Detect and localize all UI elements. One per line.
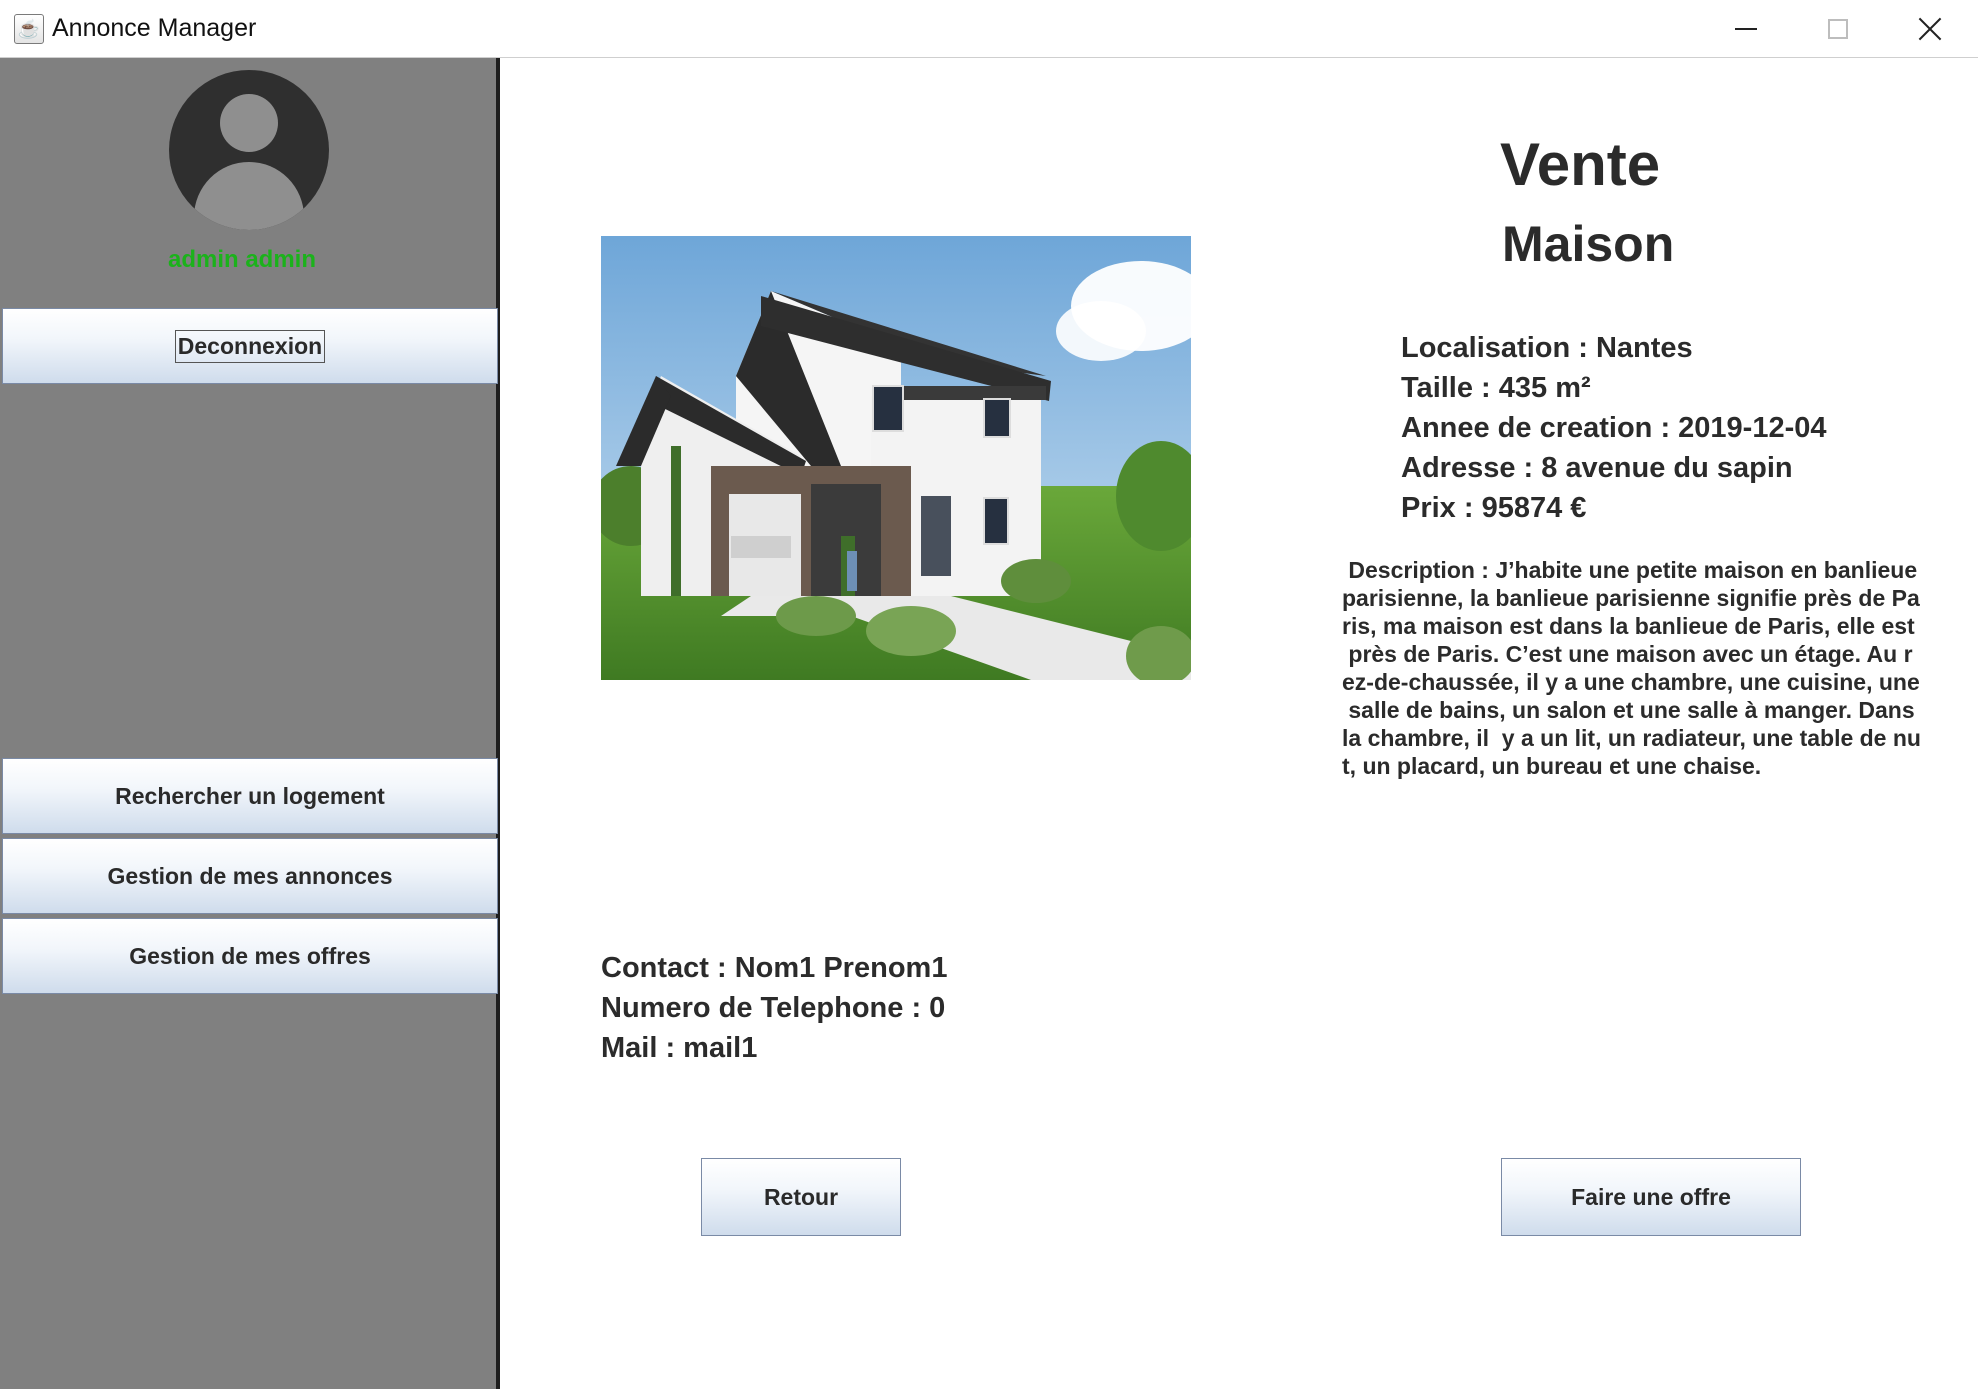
search-housing-label: Rechercher un logement xyxy=(115,782,385,809)
minimize-icon xyxy=(1735,28,1757,30)
sidebar: admin admin Deconnexion Rechercher un lo… xyxy=(0,58,500,1389)
manage-ads-label: Gestion de mes annonces xyxy=(107,862,393,889)
back-button-label: Retour xyxy=(763,1183,839,1210)
make-offer-button[interactable]: Faire une offre xyxy=(1501,1158,1801,1236)
minimize-button[interactable] xyxy=(1700,0,1792,58)
transaction-type-heading: Vente xyxy=(1500,131,1661,198)
contact-name: Contact : Nom1 Prenom1 xyxy=(601,952,948,984)
maximize-button[interactable] xyxy=(1792,0,1884,58)
contact-mail: Mail : mail1 xyxy=(601,1032,758,1064)
contact-info: Contact : Nom1 Prenom1 Numero de Telepho… xyxy=(601,948,947,1068)
listing-details: Localisation : Nantes Taille : 435 m² An… xyxy=(1401,328,1827,528)
property-type-heading: Maison xyxy=(1502,216,1675,272)
contact-phone: Numero de Telephone : 0 xyxy=(601,992,946,1024)
window-titlebar: ☕ Annonce Manager xyxy=(0,0,1978,58)
java-cup-icon: ☕ xyxy=(14,14,44,44)
listing-description: Description : J’habite une petite maison… xyxy=(1342,557,1921,779)
back-button[interactable]: Retour xyxy=(701,1158,901,1236)
window-title: Annonce Manager xyxy=(52,14,257,42)
username-label: admin admin xyxy=(167,246,317,273)
detail-price: Prix : 95874 € xyxy=(1401,492,1587,524)
detail-creation-date: Annee de creation : 2019-12-04 xyxy=(1401,412,1827,444)
avatar-icon xyxy=(169,70,329,230)
detail-size: Taille : 435 m² xyxy=(1401,372,1591,404)
make-offer-button-label: Faire une offre xyxy=(1571,1183,1731,1210)
logout-button-label: Deconnexion xyxy=(174,329,326,363)
property-photo xyxy=(601,236,1191,680)
manage-ads-button[interactable]: Gestion de mes annonces xyxy=(2,838,498,914)
manage-offers-button[interactable]: Gestion de mes offres xyxy=(2,918,498,994)
manage-offers-label: Gestion de mes offres xyxy=(129,942,371,969)
detail-address: Adresse : 8 avenue du sapin xyxy=(1401,452,1793,484)
maximize-icon xyxy=(1828,19,1848,39)
search-housing-button[interactable]: Rechercher un logement xyxy=(2,758,498,834)
close-button[interactable] xyxy=(1884,0,1976,58)
close-icon xyxy=(1918,17,1942,41)
detail-location: Localisation : Nantes xyxy=(1401,332,1693,364)
logout-button[interactable]: Deconnexion xyxy=(2,308,498,384)
